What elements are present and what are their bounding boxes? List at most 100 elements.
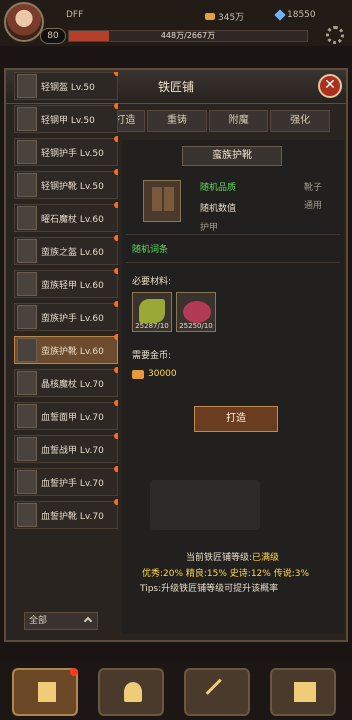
gem-icon [274, 9, 286, 21]
item-thumbnail-icon [17, 371, 37, 395]
notification-dot [114, 301, 118, 307]
item-thumbnail-icon [17, 470, 37, 494]
item-thumbnail-icon [17, 338, 37, 362]
material-count: 25250/10 [179, 322, 213, 330]
filter-dropdown[interactable]: 全部 [24, 612, 98, 630]
item-thumbnail-icon [17, 503, 37, 527]
item-thumbnail-icon [17, 272, 37, 296]
nav-battle[interactable] [184, 668, 250, 716]
gem-display: 18550 [274, 9, 316, 21]
material-slot-meat[interactable]: 25250/10 [176, 292, 216, 332]
gold-icon [205, 13, 215, 20]
avatar[interactable] [4, 2, 44, 42]
item-thumbnail-icon [17, 173, 37, 197]
item-name: 蛮族轻甲 Lv.60 [41, 280, 104, 291]
quality-rates: 优秀:20% 精良:15% 史诗:12% 传说:3% [142, 569, 310, 579]
notification-dot [114, 433, 118, 439]
swords-icon [205, 678, 233, 706]
exp-text: 448万/2667万 [160, 31, 216, 40]
notification-dot [114, 136, 118, 142]
materials-label: 必要材料: [132, 277, 172, 287]
gold-display: 345万 [205, 10, 244, 23]
notification-dot [114, 202, 118, 208]
list-item[interactable]: 血誓护手 Lv.70 [14, 466, 118, 496]
top-status-bar: 80 DFF 345万 18550 448万/2667万 [0, 0, 352, 46]
item-name: 蛮族护靴 Lv.60 [41, 346, 104, 357]
chest-icon [294, 682, 316, 702]
list-item[interactable]: 蛮族护手 Lv.60 [14, 301, 118, 331]
list-item[interactable]: 蛮族之盔 Lv.60 [14, 235, 118, 265]
list-item[interactable]: 曜石魔杖 Lv.60 [14, 202, 118, 232]
notification-dot [114, 169, 118, 175]
notification-dot [114, 334, 118, 340]
item-name: 晶核魔杖 Lv.70 [41, 379, 104, 390]
item-list[interactable]: 轻钢盔 Lv.50 轻钢甲 Lv.50 轻钢护手 Lv.50 轻钢护靴 Lv.50 曜石… [14, 72, 118, 542]
list-item[interactable]: 轻钢甲 Lv.50 [14, 103, 118, 133]
list-item[interactable]: 血誓面甲 Lv.70 [14, 400, 118, 430]
player-name: DFF [66, 10, 84, 20]
list-item[interactable]: 蛮族护靴 Lv.60 [14, 334, 118, 364]
material-count: 25287/10 [135, 322, 169, 330]
list-item[interactable]: 血誓战甲 Lv.70 [14, 433, 118, 463]
slot-text: 靴子 [304, 183, 323, 193]
person-icon [124, 682, 142, 702]
item-name: 蛮族之盔 Lv.60 [41, 247, 104, 258]
item-thumbnail-icon [17, 239, 37, 263]
anvil-icon [150, 480, 260, 530]
usage-text: 通用 [304, 201, 323, 211]
leaf-icon [139, 299, 165, 323]
smithy-level-prefix: 当前铁匠铺等级: [186, 553, 253, 563]
item-thumbnail-icon [17, 404, 37, 428]
list-item[interactable]: 轻钢盔 Lv.50 [14, 72, 118, 100]
quality-text: 随机品质 [200, 183, 237, 193]
notification-dot [114, 103, 118, 109]
item-thumbnail-icon [17, 206, 37, 230]
tab-reforge[interactable]: 重铸 [147, 110, 207, 132]
nav-inventory[interactable] [270, 668, 336, 716]
close-button[interactable]: ✕ [318, 74, 342, 98]
notification-dot [114, 367, 118, 373]
tab-enhance[interactable]: 强化 [270, 110, 330, 132]
divider [126, 234, 340, 235]
coin-icon [132, 370, 144, 379]
notification-dot [114, 400, 118, 406]
item-name: 轻钢护手 Lv.50 [41, 148, 104, 159]
list-item[interactable]: 蛮族轻甲 Lv.60 [14, 268, 118, 298]
list-item[interactable]: 血誓护靴 Lv.70 [14, 499, 118, 529]
item-name: 轻钢护靴 Lv.50 [41, 181, 104, 192]
notification-dot [70, 668, 78, 676]
item-name: 血誓战甲 Lv.70 [41, 445, 104, 456]
selected-item-name: 蛮族护靴 [182, 146, 282, 166]
notification-dot [114, 235, 118, 241]
bottom-nav [0, 662, 352, 720]
category-text: 护甲 [200, 223, 219, 233]
list-item[interactable]: 轻钢护靴 Lv.50 [14, 169, 118, 199]
item-thumbnail-icon [17, 74, 37, 98]
list-item[interactable]: 晶核魔杖 Lv.70 [14, 367, 118, 397]
boots-icon [143, 180, 181, 222]
nav-smithy[interactable] [12, 668, 78, 716]
tab-enchant[interactable]: 附魔 [208, 110, 269, 132]
gold-cost: 30000 [148, 369, 177, 379]
smithy-level-label: 当前铁匠铺等级:已满级 [186, 550, 279, 563]
exp-bar: 448万/2667万 [68, 30, 308, 42]
material-slot-leaf[interactable]: 25287/10 [132, 292, 172, 332]
item-name: 轻钢甲 Lv.50 [41, 115, 95, 126]
level-badge: 80 [40, 28, 66, 44]
gear-icon[interactable] [326, 26, 344, 44]
tips-text: Tips:升级铁匠铺等级可提升该概率 [140, 584, 279, 594]
forge-button[interactable]: 打造 [194, 406, 278, 432]
filter-value: 全部 [29, 616, 48, 626]
item-name: 曜石魔杖 Lv.60 [41, 214, 104, 225]
item-name: 血誓护靴 Lv.70 [41, 511, 104, 522]
list-item[interactable]: 轻钢护手 Lv.50 [14, 136, 118, 166]
temple-icon [38, 682, 56, 702]
item-name: 轻钢盔 Lv.50 [41, 82, 95, 93]
divider [126, 262, 340, 263]
item-thumbnail-icon [17, 437, 37, 461]
gold-label: 需要金币: [132, 351, 172, 361]
gem-amount: 18550 [287, 10, 316, 20]
nav-character[interactable] [98, 668, 164, 716]
notification-dot [114, 499, 118, 505]
item-thumbnail-icon [17, 140, 37, 164]
